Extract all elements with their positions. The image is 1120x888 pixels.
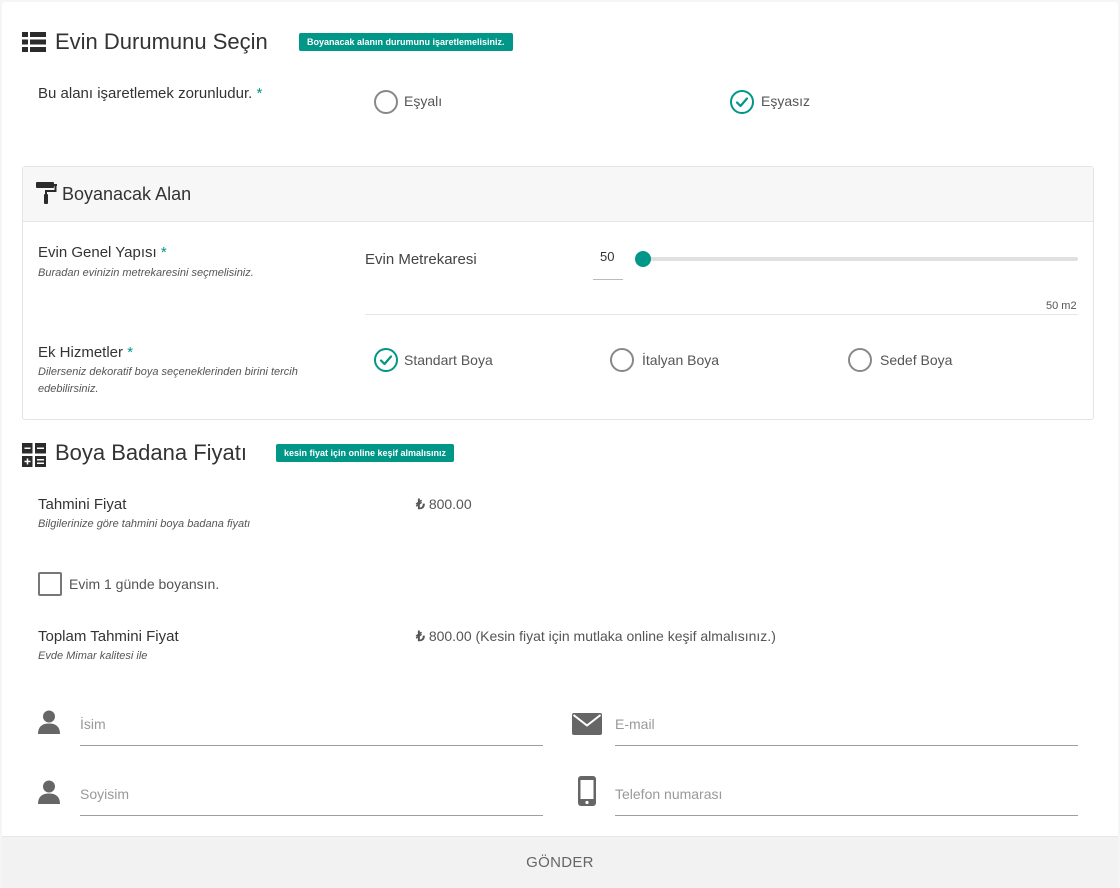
- paint-roller-icon: [36, 182, 58, 209]
- one-day-label: Evim 1 günde boyansın.: [69, 576, 220, 592]
- area-slider-thumb[interactable]: [635, 251, 651, 267]
- total-value: ₺ 800.00 (Kesin fiyat için mutlaka onlin…: [416, 628, 776, 644]
- check-icon: [379, 355, 393, 366]
- radio-italyan-boya[interactable]: [610, 348, 634, 372]
- area-value: 50: [600, 249, 615, 264]
- radio-esyasiz-label: Eşyasız: [761, 93, 811, 109]
- surname-input[interactable]: Soyisim: [80, 786, 129, 802]
- condition-required-label: Bu alanı işaretlemek zorunludur. *: [38, 85, 263, 102]
- phone-input-underline: [615, 815, 1078, 816]
- radio-esyasiz[interactable]: [730, 90, 754, 114]
- radio-sedef-boya-label: Sedef Boya: [880, 352, 953, 368]
- extras-hint: Dilerseniz dekoratif boya seçeneklerinde…: [38, 366, 298, 395]
- total-hint: Evde Mimar kalitesi ile: [38, 650, 148, 662]
- area-slider-label: Evin Metrekaresi: [365, 251, 477, 268]
- area-caption: 50 m2: [1046, 300, 1077, 312]
- lira-icon: ₺: [416, 496, 425, 512]
- submit-button[interactable]: GÖNDER: [2, 836, 1118, 888]
- email-input-underline: [615, 745, 1078, 746]
- structure-hint: Buradan evinizin metrekaresini seçmelisi…: [38, 267, 254, 279]
- calculator-icon: [22, 443, 46, 472]
- extras-label: Ek Hizmetler *: [38, 344, 134, 361]
- radio-standart-boya[interactable]: [374, 348, 398, 372]
- total-label: Toplam Tahmini Fiyat: [38, 628, 179, 645]
- surname-input-underline: [80, 815, 543, 816]
- user-icon: [37, 780, 61, 809]
- radio-esyali[interactable]: [374, 90, 398, 114]
- lira-icon: ₺: [416, 628, 425, 644]
- structure-label: Evin Genel Yapısı *: [38, 244, 167, 261]
- envelope-icon: [572, 713, 602, 740]
- radio-esyali-label: Eşyalı: [404, 93, 443, 109]
- divider: [365, 314, 1078, 315]
- one-day-checkbox[interactable]: [38, 572, 62, 596]
- user-icon: [37, 710, 61, 739]
- mobile-phone-icon: [578, 776, 596, 811]
- list-icon: [22, 32, 46, 57]
- estimate-label: Tahmini Fiyat: [38, 496, 127, 513]
- price-badge: kesin fiyat için online keşif almalısını…: [276, 444, 455, 462]
- price-title: Boya Badana Fiyatı: [55, 440, 248, 465]
- name-input-underline: [80, 745, 543, 746]
- area-slider-track[interactable]: [643, 257, 1078, 261]
- area-value-underline: [593, 279, 623, 280]
- check-icon: [735, 97, 749, 108]
- condition-badge: Boyanacak alanın durumunu işaretlemelisi…: [299, 33, 513, 51]
- estimate-hint: Bilgilerinize göre tahmini boya badana f…: [38, 518, 251, 530]
- main-card: Evin Durumunu Seçin Boyanacak alanın dur…: [2, 2, 1118, 888]
- area-panel-title: Boyanacak Alan: [62, 184, 192, 204]
- radio-standart-boya-label: Standart Boya: [404, 352, 493, 368]
- name-input[interactable]: İsim: [80, 716, 106, 732]
- estimate-value: ₺ 800.00: [416, 496, 472, 512]
- area-panel-header: Boyanacak Alan: [23, 167, 1093, 222]
- email-input[interactable]: E-mail: [615, 716, 655, 732]
- radio-sedef-boya[interactable]: [848, 348, 872, 372]
- phone-input[interactable]: Telefon numarası: [615, 786, 722, 802]
- condition-title: Evin Durumunu Seçin: [55, 29, 268, 54]
- radio-italyan-boya-label: İtalyan Boya: [642, 352, 720, 368]
